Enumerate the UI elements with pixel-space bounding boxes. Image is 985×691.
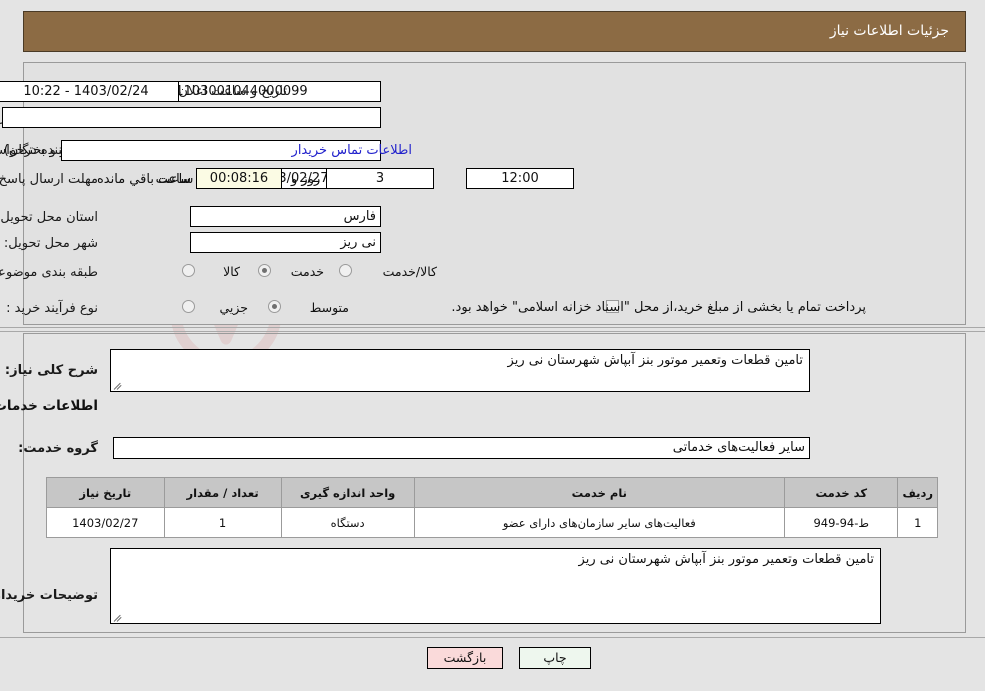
radio-label-kala: کالا [223, 264, 240, 279]
countdown-timer: 00:08:16 [196, 168, 282, 189]
days-label: روز و [291, 172, 321, 187]
cell-date: 1403/02/27 [46, 507, 165, 538]
process-label: نوع فرآیند خرید : [6, 301, 98, 316]
back-button[interactable]: بازگشت [427, 647, 503, 669]
radio-label-jozee: جزیي [219, 300, 248, 315]
page-header: جزئیات اطلاعات نیاز [23, 11, 966, 52]
radio-process-motevaset[interactable] [268, 300, 281, 313]
radio-category-khedmat[interactable] [258, 264, 271, 277]
category-label: طبقه بندی موضوعی: [0, 265, 98, 280]
service-group-label: گروه خدمت: [18, 441, 98, 456]
page-root: ArtaTender.net جزئیات اطلاعات نیاز شماره… [0, 0, 985, 691]
table-row: 1 ط-94-949 فعالیت‌های سایر سازمان‌های دا… [46, 507, 938, 538]
services-table: ردیف کد خدمت نام خدمت واحد اندازه گیری ت… [46, 477, 938, 538]
announce-value: 1403/02/24 - 10:22 [0, 81, 179, 102]
buyer-org-field[interactable] [2, 107, 381, 128]
buyer-contact-link[interactable]: اطلاعات تماس خریدار [292, 143, 412, 158]
days-value: 3 [326, 168, 434, 189]
resize-grip-icon-2[interactable] [113, 612, 123, 622]
divider-top [0, 327, 985, 328]
th-date: تاریخ نیاز [46, 477, 165, 508]
summary-label: شرح کلی نیاز: [4, 363, 98, 378]
print-button[interactable]: چاپ [519, 647, 591, 669]
cell-radif: 1 [897, 507, 938, 538]
th-name: نام خدمت [413, 477, 786, 508]
province-label: استان محل تحویل: [0, 210, 98, 225]
treasury-note: پرداخت تمام یا بخشی از مبلغ خرید،از محل … [451, 300, 866, 315]
cell-code: ط-94-949 [784, 507, 899, 538]
service-group-value: سایر فعالیت‌های خدماتی [113, 437, 810, 459]
cell-qty: 1 [163, 507, 282, 538]
radio-process-jozee[interactable] [182, 300, 195, 313]
buyer-notes-value: تامین قطعات وتعمیر موتور بنز آبپاش شهرست… [578, 552, 874, 567]
divider-top-2 [0, 331, 985, 332]
page-title: جزئیات اطلاعات نیاز [829, 23, 949, 39]
th-radif: ردیف [897, 477, 938, 508]
services-heading: اطلاعات خدمات مورد نیاز [0, 398, 98, 414]
radio-label-khedmat: خدمت [290, 264, 324, 279]
divider-bottom [0, 637, 985, 638]
th-code: کد خدمت [784, 477, 899, 508]
radio-category-kala[interactable] [182, 264, 195, 277]
buyer-notes-textarea[interactable]: تامین قطعات وتعمیر موتور بنز آبپاش شهرست… [110, 548, 881, 624]
city-value: نی ریز [190, 232, 381, 253]
th-unit: واحد اندازه گیری [280, 477, 415, 508]
buyer-notes-label: توضیحات خریدار: [0, 588, 98, 603]
timer-label: ساعت باقي مانده [97, 172, 194, 187]
radio-label-kala-khedmat: کالا/خدمت [382, 264, 437, 279]
resize-grip-icon[interactable] [113, 380, 123, 390]
summary-value: تامین قطعات وتعمیر موتور بنز آبپاش شهرست… [507, 353, 803, 368]
th-qty: تعداد / مقدار [163, 477, 282, 508]
deadline-label: مهلت ارسال پاسخ: تا تاریخ: [0, 172, 98, 187]
radio-label-motevaset: متوسط [309, 300, 349, 315]
cell-name: فعالیت‌های سایر سازمان‌های دارای عضو [413, 507, 786, 538]
hour-value: 12:00 [466, 168, 574, 189]
cell-unit: دستگاه [280, 507, 415, 538]
deadline-label-text: مهلت ارسال پاسخ: تا تاریخ: [0, 172, 98, 187]
province-value: فارس [190, 206, 381, 227]
table-header-row: ردیف کد خدمت نام خدمت واحد اندازه گیری ت… [46, 477, 938, 508]
summary-textarea[interactable]: تامین قطعات وتعمیر موتور بنز آبپاش شهرست… [110, 349, 810, 392]
radio-category-kala-khedmat[interactable] [339, 264, 352, 277]
city-label: شهر محل تحویل: [3, 236, 98, 251]
